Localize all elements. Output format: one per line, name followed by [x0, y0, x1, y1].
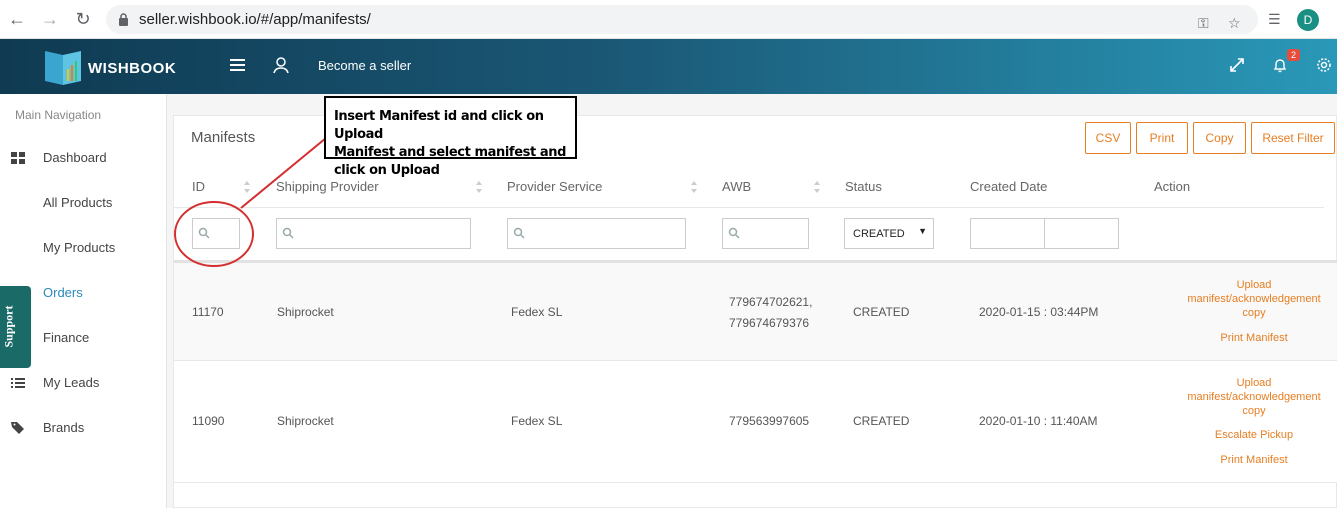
print-manifest-link[interactable]: Print Manifest [1179, 453, 1329, 467]
list-icon [11, 378, 25, 388]
sidebar-item-label: Brands [43, 420, 85, 435]
action-text: copy [1242, 405, 1266, 417]
search-icon [198, 227, 210, 239]
csv-button[interactable]: CSV [1085, 122, 1131, 154]
app-header: WISHBOOK Become a seller 2 [0, 39, 1337, 94]
become-seller-link[interactable]: Become a seller [318, 58, 411, 73]
sort-icon[interactable] [813, 180, 821, 194]
cell-status: CREATED [853, 414, 910, 428]
sidebar-item-label: Finance [43, 330, 90, 345]
dashboard-icon [11, 152, 25, 164]
column-header-action: Action [1154, 179, 1191, 194]
awb-filter-input[interactable] [722, 218, 809, 249]
search-icon [282, 227, 294, 239]
sidebar-item-my-leads[interactable]: My Leads [0, 372, 167, 396]
cell-provider: Shiprocket [277, 414, 334, 428]
shipping-provider-filter-input[interactable] [276, 218, 471, 249]
url-text: seller.wishbook.io/#/app/manifests/ [139, 11, 371, 28]
browser-toolbar: ← → ↻ seller.wishbook.io/#/app/manifests… [0, 0, 1337, 39]
search-icon [728, 227, 740, 239]
action-text: Upload [1236, 377, 1272, 389]
menu-icon[interactable] [230, 59, 245, 72]
logo-text: WISHBOOK [88, 60, 177, 77]
action-text: Upload [1236, 279, 1272, 291]
sidebar-item-label: Dashboard [43, 150, 107, 165]
divider [174, 207, 1324, 208]
cell-id: 11090 [192, 414, 225, 428]
sidebar-item-brands[interactable]: Brands [0, 417, 167, 441]
sidebar: Main Navigation Dashboard All Products M… [0, 94, 167, 508]
annotation-line: click on Upload [334, 163, 440, 178]
annotation-line: Insert Manifest id and click on Upload [334, 109, 544, 142]
cell-provider: Shiprocket [277, 305, 334, 319]
lock-icon [119, 13, 128, 26]
sidebar-item-label: Orders [43, 285, 83, 300]
gear-icon[interactable] [1316, 57, 1332, 73]
sidebar-item-label: All Products [43, 195, 113, 210]
column-header-id[interactable]: ID [192, 179, 205, 194]
cell-awb-2: 779674679376 [729, 316, 810, 330]
sidebar-item-label: My Leads [43, 375, 100, 390]
key-icon[interactable]: ⚿ [1198, 15, 1209, 32]
sidebar-item-dashboard[interactable]: Dashboard [0, 147, 167, 171]
expand-icon[interactable] [1229, 57, 1245, 73]
support-tab[interactable]: Support [0, 286, 31, 368]
cell-date: 2020-01-15 : 03:44PM [979, 305, 1099, 319]
print-button[interactable]: Print [1136, 122, 1188, 154]
cell-awb-1: 779563997605 [729, 414, 810, 428]
column-header-shipping-provider[interactable]: Shipping Provider [276, 179, 379, 194]
column-header-provider-service[interactable]: Provider Service [507, 179, 602, 194]
sidebar-item-label: My Products [43, 240, 116, 255]
action-text: copy [1242, 307, 1266, 319]
media-icon[interactable]: ☰ [1268, 11, 1281, 28]
table-row: 11090 Shiprocket Fedex SL 779563997605 C… [174, 361, 1337, 483]
cell-date: 2020-01-10 : 11:40AM [979, 414, 1098, 428]
print-manifest-link[interactable]: Print Manifest [1179, 331, 1329, 345]
annotation-callout: Insert Manifest id and click on Upload M… [324, 96, 577, 178]
star-icon[interactable]: ☆ [1228, 15, 1241, 32]
cell-id: 11170 [192, 305, 224, 319]
escalate-pickup-link[interactable]: Escalate Pickup [1179, 428, 1329, 442]
date-from-input[interactable] [970, 218, 1045, 249]
column-header-created-date: Created Date [970, 179, 1048, 194]
upload-manifest-link[interactable]: Upload manifest/acknowledgement copy [1179, 278, 1329, 320]
notification-badge: 2 [1287, 49, 1301, 61]
action-text: manifest/acknowledgement [1187, 391, 1321, 403]
sort-icon[interactable] [690, 180, 698, 194]
sidebar-title: Main Navigation [15, 108, 102, 122]
support-label: Support [1, 305, 16, 348]
date-to-input[interactable] [1044, 218, 1119, 249]
reload-icon[interactable]: ↻ [72, 8, 94, 30]
id-filter-input[interactable] [192, 218, 240, 249]
bell-icon[interactable] [1272, 57, 1288, 73]
sidebar-item-all-products[interactable]: All Products [0, 192, 167, 216]
annotation-line: Manifest and select manifest and [334, 145, 567, 160]
address-bar[interactable]: seller.wishbook.io/#/app/manifests/ ⚿ ☆ [106, 5, 1258, 34]
profile-avatar[interactable]: D [1297, 9, 1319, 31]
search-icon [513, 227, 525, 239]
cell-awb-1: 779674702621, [729, 295, 813, 309]
caret-down-icon: ▼ [918, 226, 927, 236]
user-icon[interactable] [272, 56, 290, 74]
status-filter-value: CREATED [853, 228, 905, 240]
column-header-status: Status [845, 179, 882, 194]
back-icon[interactable]: ← [6, 8, 28, 30]
reset-filter-button[interactable]: Reset Filter [1251, 122, 1335, 154]
provider-service-filter-input[interactable] [507, 218, 686, 249]
status-filter-select[interactable]: CREATED ▼ [844, 218, 934, 249]
tags-icon [11, 422, 24, 434]
sort-icon[interactable] [475, 180, 483, 194]
action-text: manifest/acknowledgement [1187, 293, 1321, 305]
column-header-awb[interactable]: AWB [722, 179, 751, 194]
table-row: 11170 Shiprocket Fedex SL 779674702621, … [174, 263, 1337, 361]
forward-icon[interactable]: → [39, 8, 61, 30]
copy-button[interactable]: Copy [1193, 122, 1246, 154]
cell-service: Fedex SL [511, 305, 563, 319]
sidebar-item-my-products[interactable]: My Products [0, 237, 167, 261]
cell-status: CREATED [853, 305, 910, 319]
page-title: Manifests [191, 129, 256, 146]
sort-icon[interactable] [243, 180, 251, 194]
upload-manifest-link[interactable]: Upload manifest/acknowledgement copy [1179, 376, 1329, 418]
cell-service: Fedex SL [511, 414, 563, 428]
